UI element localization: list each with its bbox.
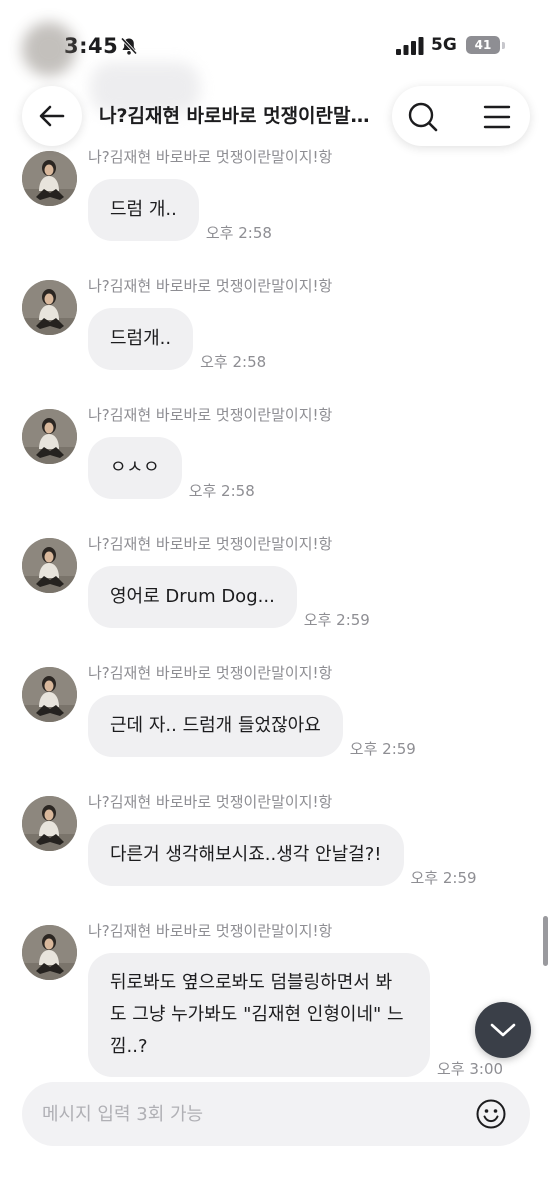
sender-name: 나?김재현 바로바로 멋쟁이란말이지!항 xyxy=(88,664,333,682)
sender-name: 나?김재현 바로바로 멋쟁이란말이지!항 xyxy=(88,148,333,166)
message-input-bar xyxy=(22,1082,530,1146)
message-list[interactable]: 나?김재현 바로바로 멋쟁이란말이지!항 드럼 개.. 오후 2:58 나?김재… xyxy=(0,0,552,1200)
message-time: 오후 2:58 xyxy=(200,353,267,371)
smiley-icon xyxy=(476,1099,506,1129)
bubble-row: 영어로 Drum Dog... 오후 2:59 xyxy=(88,566,370,629)
arrow-left-icon xyxy=(39,105,65,127)
message-time: 오후 3:00 xyxy=(437,1060,504,1078)
header-actions xyxy=(392,86,530,146)
message-bubble[interactable]: 다른거 생각해보시죠..생각 안날걸?! xyxy=(88,824,404,886)
sender-name: 나?김재현 바로바로 멋쟁이란말이지!항 xyxy=(88,406,333,424)
avatar[interactable] xyxy=(22,925,77,980)
bubble-row: 뒤로봐도 옆으로봐도 덤블링하면서 봐도 그냥 누가봐도 "김재현 인형이네" … xyxy=(88,953,504,1078)
menu-icon xyxy=(483,105,511,129)
avatar[interactable] xyxy=(22,280,77,335)
message-bubble[interactable]: 드럼 개.. xyxy=(88,179,199,241)
avatar[interactable] xyxy=(22,667,77,722)
message-time: 오후 2:59 xyxy=(410,869,477,887)
sender-name: 나?김재현 바로바로 멋쟁이란말이지!항 xyxy=(88,922,333,940)
back-button[interactable] xyxy=(22,86,82,146)
bubble-row: 드럼 개.. 오후 2:58 xyxy=(88,179,272,242)
scrollbar-thumb[interactable] xyxy=(543,916,548,966)
sender-name: 나?김재현 바로바로 멋쟁이란말이지!항 xyxy=(88,277,333,295)
bubble-row: ㅇㅅㅇ 오후 2:58 xyxy=(88,437,255,500)
avatar[interactable] xyxy=(22,409,77,464)
message-time: 오후 2:59 xyxy=(349,740,416,758)
chevron-down-icon xyxy=(490,1023,516,1037)
message-bubble[interactable]: 뒤로봐도 옆으로봐도 덤블링하면서 봐도 그냥 누가봐도 "김재현 인형이네" … xyxy=(88,953,430,1077)
message-bubble[interactable]: 근데 자.. 드럼개 들었잖아요 xyxy=(88,695,343,757)
message-bubble[interactable]: ㅇㅅㅇ xyxy=(88,437,182,499)
emoji-button[interactable] xyxy=(475,1098,507,1130)
sender-name: 나?김재현 바로바로 멋쟁이란말이지!항 xyxy=(88,793,333,811)
bubble-row: 근데 자.. 드럼개 들었잖아요 오후 2:59 xyxy=(88,695,416,758)
message-input[interactable] xyxy=(42,1082,462,1146)
bubble-row: 드럼개.. 오후 2:58 xyxy=(88,308,267,371)
search-icon xyxy=(408,102,438,132)
sender-name: 나?김재현 바로바로 멋쟁이란말이지!항 xyxy=(88,535,333,553)
message-time: 오후 2:58 xyxy=(188,482,255,500)
avatar[interactable] xyxy=(22,796,77,851)
message-bubble[interactable]: 영어로 Drum Dog... xyxy=(88,566,297,628)
avatar[interactable] xyxy=(22,151,77,206)
bubble-row: 다른거 생각해보시죠..생각 안날걸?! 오후 2:59 xyxy=(88,824,477,887)
message-time: 오후 2:59 xyxy=(303,611,370,629)
message-bubble[interactable]: 드럼개.. xyxy=(88,308,194,370)
message-time: 오후 2:58 xyxy=(205,224,272,242)
menu-button[interactable] xyxy=(480,100,514,134)
scroll-to-bottom-button[interactable] xyxy=(475,1002,531,1058)
avatar[interactable] xyxy=(22,538,77,593)
chat-title: 나?김재현 바로바로 멋쟁이란말이지!항 xyxy=(99,105,371,127)
search-button[interactable] xyxy=(406,100,440,134)
